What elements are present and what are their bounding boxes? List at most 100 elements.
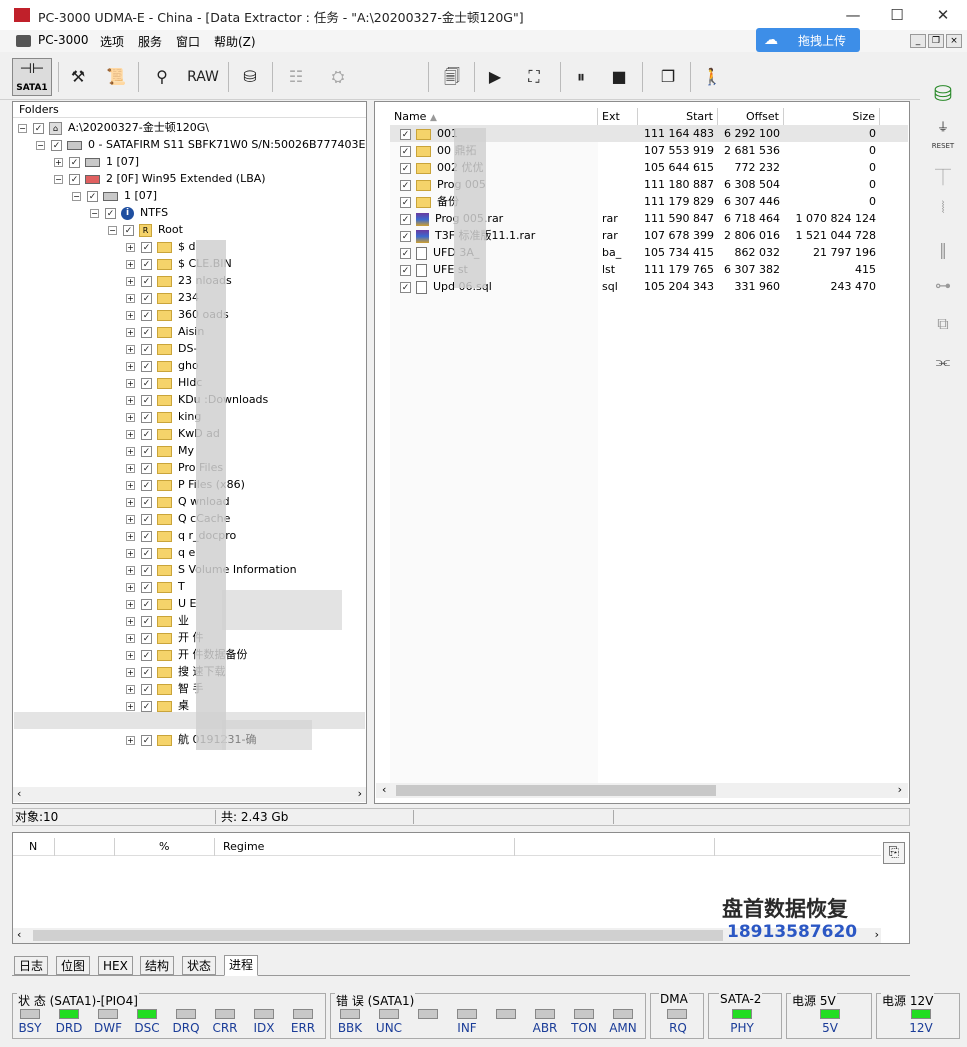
exit-icon[interactable]: 🚶	[698, 60, 726, 94]
log-column-blank[interactable]	[55, 838, 115, 856]
mdi-minimize-button[interactable]: _	[910, 34, 926, 48]
scroll-thumb[interactable]	[33, 930, 723, 941]
tree-folder-item[interactable]: + ✓ gho	[126, 357, 199, 374]
checkbox[interactable]: ✓	[141, 258, 152, 270]
expand-icon[interactable]: +	[126, 276, 135, 286]
log-export-icon[interactable]: ⎘	[883, 842, 905, 864]
expand-icon[interactable]: +	[126, 446, 135, 456]
checkbox[interactable]: ✓	[141, 360, 152, 372]
expand-icon[interactable]: +	[126, 633, 135, 643]
tree-folder-item[interactable]: + ✓ U E	[126, 595, 197, 612]
tree-ntfs-node[interactable]: − ✓ i NTFS	[90, 204, 168, 221]
tree-folder-item[interactable]: + ✓ 开 件	[126, 629, 204, 646]
checkbox[interactable]: ✓	[400, 264, 411, 276]
windows-icon[interactable]: ❐	[654, 60, 682, 94]
checkbox[interactable]: ✓	[400, 145, 411, 157]
checkbox[interactable]: ✓	[400, 196, 411, 208]
expand-icon[interactable]: +	[126, 310, 135, 320]
folder-tree[interactable]: − ✓ ⌂ A:\20200327-金士顿120G\ − ✓ 0 - SATAFIRM S…	[14, 118, 365, 786]
save-copy-icon[interactable]: 🗐	[438, 60, 466, 94]
tree-folder-item[interactable]: + ✓ Aisin	[126, 323, 204, 340]
expand-icon[interactable]: +	[126, 395, 135, 405]
expand-icon[interactable]: +	[126, 735, 135, 745]
checkbox[interactable]: ✓	[141, 377, 152, 389]
checkbox[interactable]: ✓	[141, 683, 152, 695]
checkbox[interactable]: ✓	[141, 700, 152, 712]
expand-icon[interactable]: +	[126, 548, 135, 558]
scroll-icon[interactable]: 📜	[102, 60, 130, 94]
tree-partition-2[interactable]: − ✓ 2 [0F] Win95 Extended (LBA)	[54, 170, 266, 187]
menu-help[interactable]: 帮助(Z)	[214, 33, 256, 50]
scroll-left-icon[interactable]: ‹	[382, 783, 386, 796]
raw-button[interactable]: RAW	[184, 60, 222, 94]
checkbox[interactable]: ✓	[141, 496, 152, 508]
tree-folder-item[interactable]: + ✓ Hldc	[126, 374, 202, 391]
connector-icon[interactable]: ⏉	[926, 164, 960, 188]
stop-icon[interactable]: ■	[606, 60, 632, 94]
log-column-n[interactable]: N	[13, 838, 55, 856]
flowchart-icon[interactable]: ⛶	[516, 60, 552, 94]
tree-folder-item[interactable]: + ✓ 234	[126, 289, 199, 306]
menu-window[interactable]: 窗口	[176, 33, 200, 50]
checkbox[interactable]: ✓	[141, 394, 152, 406]
checkbox[interactable]: ✓	[141, 462, 152, 474]
files-horizontal-scrollbar[interactable]: ‹ ›	[376, 783, 908, 798]
tree-folder-item[interactable]: + ✓ T	[126, 578, 185, 595]
checkbox[interactable]: ✓	[141, 598, 152, 610]
checkbox[interactable]: ✓	[141, 564, 152, 576]
tab-hex[interactable]: HEX	[98, 956, 133, 975]
copy-close-icon[interactable]: ⧉	[926, 314, 960, 334]
tab-structure[interactable]: 结构	[140, 956, 175, 975]
log-column-extra[interactable]	[515, 838, 715, 856]
tree-folder-item[interactable]: + ✓ 业	[126, 612, 189, 629]
checkbox[interactable]: ✓	[400, 247, 411, 259]
scroll-right-icon[interactable]: ›	[898, 783, 902, 796]
expand-icon[interactable]: +	[126, 497, 135, 507]
expand-icon[interactable]: +	[126, 327, 135, 337]
pause-side-icon[interactable]: ‖	[926, 240, 960, 259]
scroll-left-icon[interactable]: ‹	[17, 928, 21, 941]
checkbox[interactable]: ✓	[141, 479, 152, 491]
tree-folder-item[interactable]: + ✓ 智 手	[126, 680, 204, 697]
expand-icon[interactable]: +	[126, 480, 135, 490]
slider-icon[interactable]: ⫘	[926, 352, 960, 372]
checkbox[interactable]: ✓	[400, 281, 411, 293]
checkbox[interactable]: ✓	[141, 309, 152, 321]
expand-icon[interactable]: +	[126, 701, 135, 711]
menu-options[interactable]: 选项	[100, 33, 124, 50]
tree-folder-item[interactable]: + ✓ king	[126, 408, 201, 425]
checkbox[interactable]: ✓	[141, 734, 152, 746]
checkbox[interactable]: ✓	[141, 445, 152, 457]
column-ext[interactable]: Ext	[598, 108, 638, 125]
checkbox[interactable]: ✓	[141, 241, 152, 253]
disk-export-icon[interactable]: ⛁	[236, 60, 264, 94]
expand-icon[interactable]: +	[126, 684, 135, 694]
upload-button[interactable]: ☁ 拖拽上传	[756, 28, 860, 52]
tree-folder-item[interactable]: +✓开 件数据备份	[126, 646, 248, 663]
checkbox[interactable]: ✓	[141, 649, 152, 661]
branch-icon[interactable]: ⛭	[320, 60, 356, 94]
expand-icon[interactable]: +	[126, 565, 135, 575]
log-column-regime[interactable]: Regime	[215, 838, 515, 856]
checkbox[interactable]: ✓	[400, 128, 411, 140]
expand-icon[interactable]: +	[126, 514, 135, 524]
reset-icon[interactable]: ⏚	[926, 118, 960, 135]
checkbox[interactable]: ✓	[141, 343, 152, 355]
menu-pc3000[interactable]: PC-3000	[38, 33, 88, 47]
tree-folder-item[interactable]: + ✓ My	[126, 442, 194, 459]
tools-icon[interactable]: ⚒	[64, 60, 92, 94]
menu-service[interactable]: 服务	[138, 33, 162, 50]
maximize-button[interactable]: ☐	[886, 4, 908, 26]
disconnect-icon[interactable]: ⊶	[926, 276, 960, 295]
mdi-restore-button[interactable]: ❐	[928, 34, 944, 48]
tree-horizontal-scrollbar[interactable]: ‹ ›	[13, 787, 366, 802]
sata1-button[interactable]: ⊣⊢ SATA1	[12, 58, 52, 96]
expand-icon[interactable]: +	[126, 344, 135, 354]
tree-root-folder[interactable]: − ✓ R Root	[108, 221, 183, 238]
tree-folder-item[interactable]: +✓P Files (x86)	[126, 476, 245, 493]
expand-icon[interactable]: +	[126, 599, 135, 609]
checkbox[interactable]: ✓	[141, 326, 152, 338]
checkbox[interactable]: ✓	[141, 530, 152, 542]
mdi-close-button[interactable]: ×	[946, 34, 962, 48]
play-icon[interactable]: ▶	[482, 60, 508, 94]
